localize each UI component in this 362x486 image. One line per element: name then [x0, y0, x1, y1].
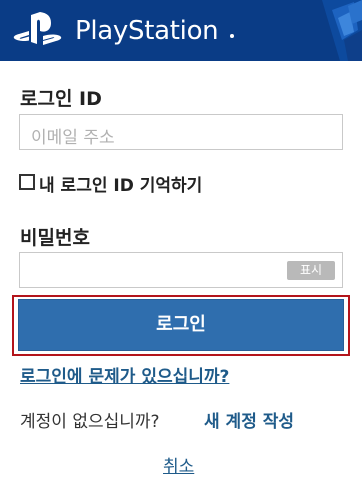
login-trouble-link[interactable]: 로그인에 문제가 있으십니까? — [20, 362, 229, 387]
cancel-link[interactable]: 취소 — [163, 452, 194, 477]
email-field[interactable]: 이메일 주소 — [19, 114, 343, 150]
no-account-text: 계정이 없으십니까? — [20, 412, 160, 432]
new-account-link[interactable]: 새 계정 작성 — [204, 407, 294, 432]
remember-label[interactable]: 내 로그인 ID 기억하기 — [39, 171, 202, 196]
login-id-label: 로그인 ID — [20, 88, 102, 110]
header-decoration — [322, 0, 362, 61]
password-label: 비밀번호 — [20, 227, 90, 249]
password-field[interactable]: 표시 — [19, 252, 343, 288]
login-screen: PlayStation 로그인 ID 이메일 주소 내 로그인 ID 기억하기 … — [0, 0, 362, 486]
brand-name: PlayStation — [75, 16, 219, 46]
remember-checkbox[interactable] — [19, 174, 35, 190]
header-bar: PlayStation — [0, 0, 362, 61]
login-button[interactable]: 로그인 — [18, 299, 344, 351]
show-password-button[interactable]: 표시 — [287, 261, 335, 280]
trademark-dot — [230, 34, 234, 38]
playstation-logo-icon — [13, 12, 62, 45]
email-placeholder: 이메일 주소 — [31, 128, 115, 148]
